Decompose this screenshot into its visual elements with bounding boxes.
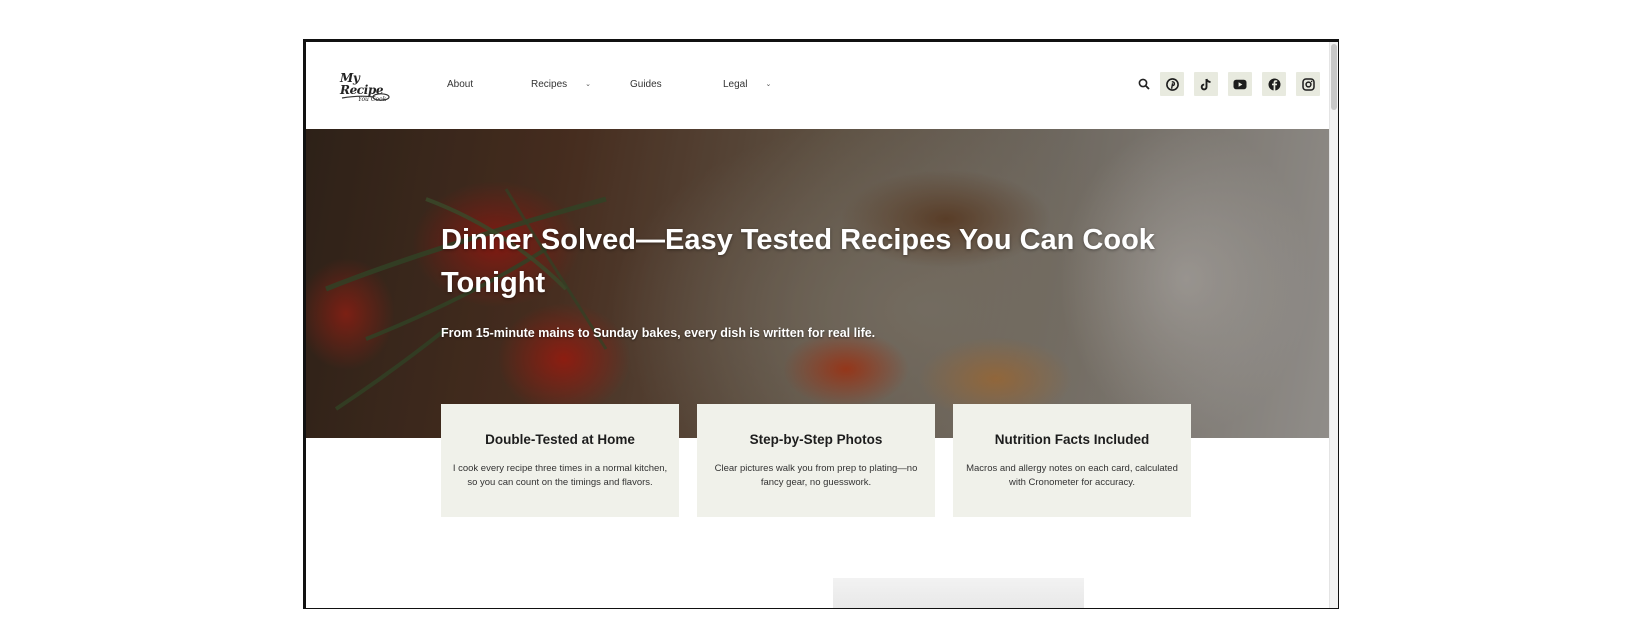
- hero-title: Dinner Solved—Easy Tested Recipes You Ca…: [441, 224, 1155, 299]
- youtube-icon[interactable]: [1228, 72, 1252, 96]
- chevron-down-icon: ⌄: [585, 81, 592, 88]
- facebook-icon[interactable]: [1262, 72, 1286, 96]
- nav-item-about[interactable]: About: [447, 79, 473, 90]
- content-image-placeholder: [833, 578, 1084, 608]
- feature-card-title: Double-Tested at Home: [485, 432, 635, 447]
- scrollbar[interactable]: [1329, 42, 1338, 608]
- pinterest-icon[interactable]: [1160, 72, 1184, 96]
- feature-card-title: Nutrition Facts Included: [994, 432, 1150, 447]
- chevron-down-icon: ⌄: [765, 81, 772, 88]
- browser-viewport: My Recipe You Cook About Recipes ⌄ Guides…: [303, 39, 1339, 609]
- feature-card-text: I cook every recipe three times in a nor…: [452, 463, 668, 488]
- nav-label: Guides: [630, 79, 662, 90]
- nav-label: Legal: [723, 79, 748, 90]
- nav-label: About: [447, 79, 474, 90]
- nav-label: Recipes: [531, 79, 568, 90]
- search-icon[interactable]: [1138, 77, 1152, 91]
- nav-item-guides[interactable]: Guides: [630, 79, 662, 90]
- feature-card-text: Clear pictures walk you from prep to pla…: [714, 463, 918, 488]
- nav-item-legal[interactable]: Legal ⌄: [723, 79, 771, 90]
- scrollbar-thumb[interactable]: [1331, 44, 1337, 110]
- feature-card: Double-Tested at Home I cook every recip…: [441, 404, 679, 517]
- site-header: My Recipe You Cook About Recipes ⌄ Guides…: [306, 42, 1329, 129]
- feature-card-text: Macros and allergy notes on each card, c…: [966, 463, 1178, 488]
- site-logo[interactable]: My Recipe You Cook: [340, 72, 398, 103]
- feature-card-title: Step-by-Step Photos: [749, 432, 883, 447]
- feature-card: Nutrition Facts Included Macros and alle…: [953, 404, 1191, 517]
- nav-item-recipes[interactable]: Recipes ⌄: [531, 79, 591, 90]
- tiktok-icon[interactable]: [1194, 72, 1218, 96]
- feature-card: Step-by-Step Photos Clear pictures walk …: [697, 404, 935, 517]
- hero-banner: Dinner Solved—Easy Tested Recipes You Ca…: [306, 129, 1329, 438]
- spoon-icon: [341, 93, 390, 101]
- hero-subtitle: From 15-minute mains to Sunday bakes, ev…: [441, 326, 876, 340]
- instagram-icon[interactable]: [1296, 72, 1320, 96]
